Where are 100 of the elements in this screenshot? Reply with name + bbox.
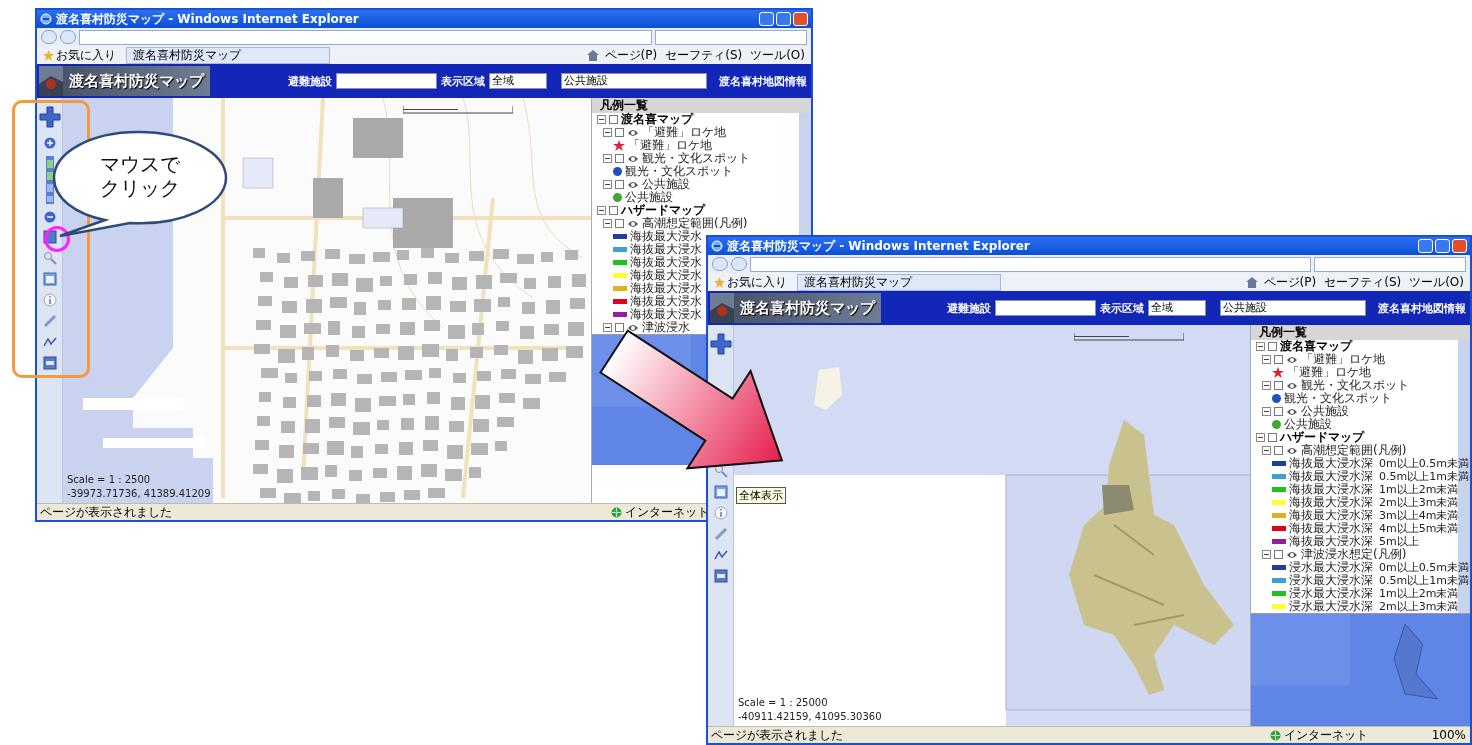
dropdown[interactable]	[336, 73, 437, 89]
maximize-button[interactable]	[1435, 239, 1450, 253]
close-button[interactable]	[1452, 239, 1467, 253]
eye-icon[interactable]	[627, 153, 639, 164]
printer-icon[interactable]	[713, 569, 728, 583]
expand-toggle[interactable]	[603, 323, 612, 332]
expand-toggle[interactable]	[603, 219, 612, 228]
legend-label: 海抜最大浸水	[630, 308, 702, 321]
minimize-button[interactable]	[759, 12, 774, 26]
command-button[interactable]: ページ(P)	[1261, 273, 1319, 291]
eye-icon[interactable]	[627, 127, 639, 138]
browser-tab[interactable]: 渡名喜村防災マップ	[126, 46, 330, 64]
command-button[interactable]: セーフティ(S)	[1322, 273, 1404, 291]
dropdown[interactable]: 全域	[489, 73, 547, 89]
expand-toggle[interactable]	[1262, 407, 1271, 416]
expand-toggle[interactable]	[1262, 550, 1271, 559]
eye-icon[interactable]	[1286, 354, 1298, 365]
window-icon[interactable]	[42, 272, 57, 286]
address-field[interactable]	[79, 29, 652, 45]
home-icon[interactable]	[1245, 276, 1258, 288]
checkbox[interactable]	[615, 219, 624, 228]
zoom-level-button[interactable]: 100%	[1427, 728, 1470, 742]
line-icon[interactable]	[42, 335, 57, 349]
checkbox[interactable]	[615, 323, 624, 332]
expand-toggle[interactable]	[597, 206, 606, 215]
checkbox[interactable]	[1268, 342, 1277, 351]
expand-toggle[interactable]	[603, 128, 612, 137]
window-icon[interactable]	[713, 485, 728, 499]
pan-icon[interactable]	[709, 331, 732, 357]
minimize-button[interactable]	[1418, 239, 1433, 253]
expand-toggle[interactable]	[1256, 342, 1265, 351]
dropdown[interactable]	[995, 300, 1096, 316]
command-button[interactable]: ツール(O)	[1407, 273, 1466, 291]
line-icon[interactable]	[713, 548, 728, 562]
checkbox[interactable]	[609, 206, 618, 215]
expand-toggle[interactable]	[1262, 381, 1271, 390]
legend-range: 1m以上2m未満	[1379, 483, 1459, 496]
expand-toggle[interactable]	[597, 115, 606, 124]
expand-toggle[interactable]	[1262, 446, 1271, 455]
checkbox[interactable]	[615, 180, 624, 189]
expand-toggle[interactable]	[1262, 355, 1271, 364]
legend-range: 0m以上0.5m未満	[1379, 561, 1469, 574]
dropdown[interactable]: 公共施設	[561, 73, 707, 89]
zoom-out-icon[interactable]	[42, 211, 57, 223]
checkbox[interactable]	[615, 128, 624, 137]
checkbox[interactable]	[1274, 550, 1283, 559]
favorites-button[interactable]: お気に入り	[712, 273, 789, 291]
window-title: 渡名喜村防災マップ - Windows Internet Explorer	[727, 237, 1031, 255]
expand-toggle[interactable]	[603, 154, 612, 163]
eye-icon[interactable]	[1286, 406, 1298, 417]
header-link[interactable]: 渡名喜村地図情報	[1378, 300, 1466, 316]
ruler-icon[interactable]	[42, 314, 57, 328]
ruler-icon[interactable]	[713, 527, 728, 541]
eye-icon[interactable]	[1286, 380, 1298, 391]
search-field[interactable]	[1314, 256, 1466, 272]
checkbox[interactable]	[1268, 433, 1277, 442]
layer-label: 観光・文化スポット	[1301, 379, 1409, 392]
command-button[interactable]: ページ(P)	[602, 46, 660, 64]
pan-icon[interactable]	[38, 104, 61, 130]
dropdown[interactable]: 全域	[1148, 300, 1206, 316]
expand-toggle[interactable]	[603, 180, 612, 189]
zoom-bar-icon[interactable]	[44, 156, 55, 204]
search-field[interactable]	[655, 29, 807, 45]
legend-range: 5m以上	[1379, 535, 1419, 548]
legend-label: 浸水最大浸水深	[1289, 587, 1373, 600]
magnifier-icon[interactable]	[713, 464, 728, 478]
printer-icon[interactable]	[42, 356, 57, 370]
layer-label: 「避難」ロケ地	[642, 126, 726, 139]
layer-label: 公共施設	[1301, 405, 1349, 418]
checkbox[interactable]	[1274, 381, 1283, 390]
zoom-in-icon[interactable]	[42, 137, 57, 149]
eye-icon[interactable]	[1286, 445, 1298, 456]
legend-label: 海抜最大浸水	[630, 269, 702, 282]
checkbox[interactable]	[615, 154, 624, 163]
legend-range: 0.5m以上1m未満	[1379, 470, 1469, 483]
favorites-button[interactable]: お気に入り	[41, 46, 118, 64]
legend-label: 海抜最大浸水深	[1289, 457, 1373, 470]
browser-tab[interactable]: 渡名喜村防災マップ	[797, 273, 1001, 291]
command-button[interactable]: ツール(O)	[748, 46, 807, 64]
eye-icon[interactable]	[627, 218, 639, 229]
legend-label: 海抜最大浸水深	[1289, 483, 1373, 496]
group-label: 渡名喜マップ	[1280, 340, 1352, 353]
checkbox[interactable]	[1274, 407, 1283, 416]
field-label: 表示区域	[441, 73, 485, 89]
maximize-button[interactable]	[776, 12, 791, 26]
address-field[interactable]	[750, 256, 1311, 272]
dropdown[interactable]: 公共施設	[1220, 300, 1366, 316]
home-icon[interactable]	[586, 49, 599, 61]
info-icon[interactable]	[42, 293, 57, 307]
eye-icon[interactable]	[627, 322, 639, 333]
eye-icon[interactable]	[1286, 549, 1298, 560]
header-link[interactable]: 渡名喜村地図情報	[719, 73, 807, 89]
checkbox[interactable]	[1274, 446, 1283, 455]
checkbox[interactable]	[609, 115, 618, 124]
checkbox[interactable]	[1274, 355, 1283, 364]
info-icon[interactable]	[713, 506, 728, 520]
close-button[interactable]	[793, 12, 808, 26]
eye-icon[interactable]	[627, 179, 639, 190]
expand-toggle[interactable]	[1256, 433, 1265, 442]
command-button[interactable]: セーフティ(S)	[663, 46, 745, 64]
